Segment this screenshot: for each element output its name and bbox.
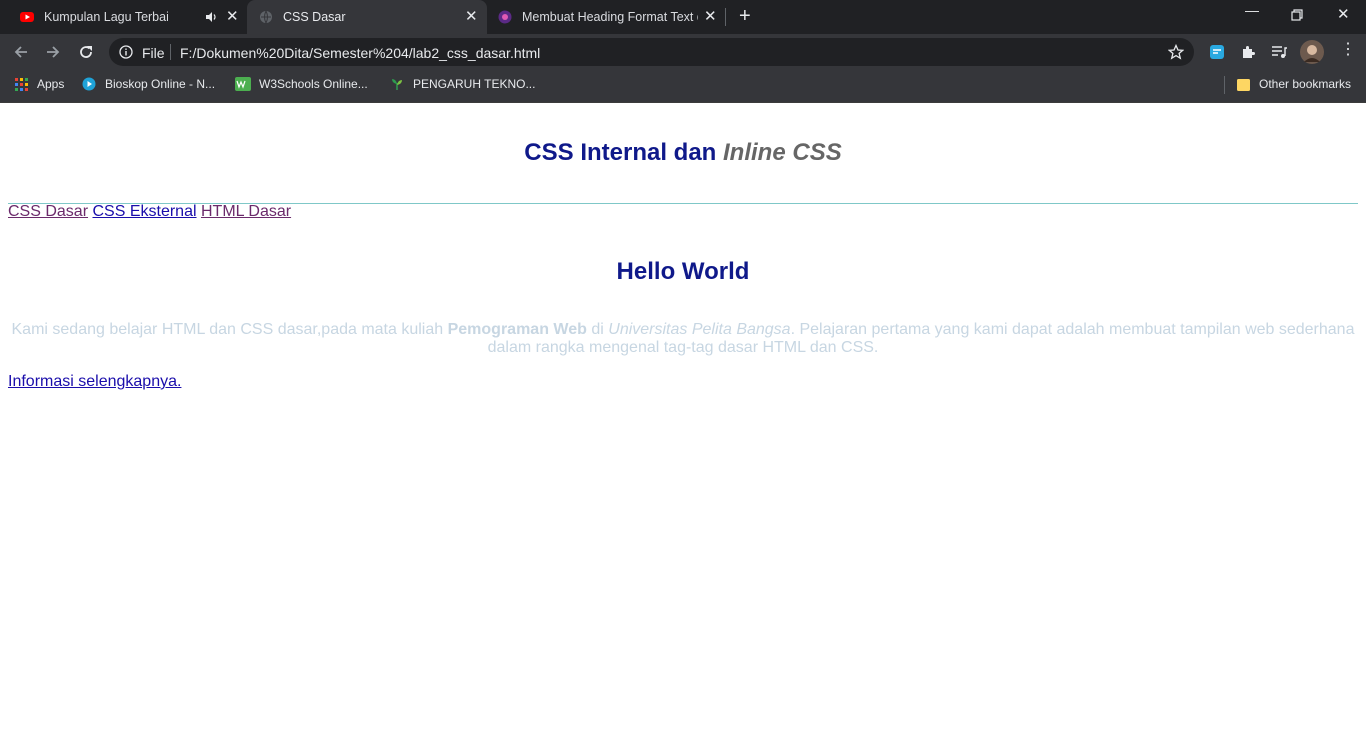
forward-icon[interactable] <box>45 44 61 60</box>
paragraph-italic: Universitas Pelita Bangsa <box>608 321 791 338</box>
close-icon[interactable]: ✕ <box>226 9 239 24</box>
tab-title: Membuat Heading Format Text d <box>522 10 698 24</box>
nav-link-css-eksternal[interactable]: CSS Eksternal <box>92 203 196 220</box>
page-title: CSS Internal dan Inline CSS <box>0 139 1366 167</box>
page-title-italic: Inline CSS <box>723 139 842 166</box>
tab-membuat-heading[interactable]: Membuat Heading Format Text d ✕ <box>487 0 725 34</box>
close-window-button[interactable]: ✕ <box>1337 5 1350 23</box>
avatar[interactable] <box>1300 40 1324 64</box>
globe-icon <box>260 10 272 24</box>
play-icon <box>82 77 96 91</box>
bookmark-label: W3Schools Online... <box>259 77 368 91</box>
more-info-link[interactable]: Informasi selengkapnya. <box>8 373 181 391</box>
intro-paragraph: Kami sedang belajar HTML dan CSS dasar,p… <box>8 321 1358 357</box>
bookmark-apps[interactable]: Apps <box>15 70 64 98</box>
close-icon[interactable]: ✕ <box>465 9 478 24</box>
close-icon[interactable]: ✕ <box>704 9 717 24</box>
folder-icon <box>1237 78 1250 91</box>
page-title-main: CSS Internal dan <box>524 139 717 166</box>
reload-icon[interactable] <box>78 44 94 60</box>
info-icon[interactable] <box>119 45 133 59</box>
paragraph-bold: Pemograman Web <box>447 321 587 338</box>
site-icon <box>498 10 512 24</box>
tab-title: Kumpulan Lagu Terbaik | Cov <box>44 10 168 24</box>
w3schools-icon <box>235 77 251 91</box>
address-bar[interactable]: File F:/Dokumen%20Dita/Semester%204/lab2… <box>109 38 1194 66</box>
other-bookmarks-label: Other bookmarks <box>1259 77 1352 91</box>
url-text[interactable]: F:/Dokumen%20Dita/Semester%204/lab2_css_… <box>180 45 540 61</box>
tab-title: CSS Dasar <box>283 10 346 24</box>
nav-link-css-dasar[interactable]: CSS Dasar <box>8 203 88 220</box>
bookmarks-bar: Apps Bioskop Online - N... W3Schools Onl… <box>0 70 1366 103</box>
page-content: CSS Internal dan Inline CSS CSS Dasar CS… <box>0 103 1366 738</box>
nav-link-html-dasar[interactable]: HTML Dasar <box>201 203 291 220</box>
hello-heading: Hello World <box>616 258 750 285</box>
tab-youtube[interactable]: Kumpulan Lagu Terbaik | Cov ✕ <box>8 0 246 34</box>
scheme-label: File <box>142 45 165 61</box>
bookmark-label: Apps <box>37 77 65 91</box>
omnibox-divider <box>170 44 171 60</box>
tab-css-dasar[interactable]: CSS Dasar ✕ <box>247 0 487 34</box>
apps-grid-icon <box>15 77 28 91</box>
back-icon[interactable] <box>13 44 29 60</box>
youtube-icon <box>20 12 34 22</box>
minimize-button[interactable]: — <box>1245 2 1259 18</box>
paragraph-text: Kami sedang belajar HTML dan CSS dasar,p… <box>11 321 444 338</box>
paragraph-text: di <box>591 321 604 338</box>
bookmarks-divider <box>1224 76 1225 94</box>
plant-icon <box>392 79 402 90</box>
menu-icon[interactable]: ⋮ <box>1340 42 1356 58</box>
toolbar: File F:/Dokumen%20Dita/Semester%204/lab2… <box>0 34 1366 70</box>
puzzle-icon[interactable] <box>1240 44 1256 60</box>
nav-links: CSS Dasar CSS Eksternal HTML Dasar <box>8 203 291 221</box>
speaker-icon[interactable] <box>205 11 217 23</box>
tab-separator <box>725 8 726 26</box>
restore-button[interactable] <box>1291 9 1303 21</box>
bookmark-w3schools[interactable]: W3Schools Online... <box>235 70 368 98</box>
extension-screen-icon[interactable] <box>1209 44 1225 60</box>
bookmark-bioskop[interactable]: Bioskop Online - N... <box>82 70 215 98</box>
new-tab-button[interactable]: + <box>739 5 751 28</box>
media-queue-icon[interactable] <box>1271 44 1287 60</box>
bookmark-pengaruh[interactable]: PENGARUH TEKNO... <box>390 70 535 98</box>
tab-strip: Kumpulan Lagu Terbaik | Cov ✕ CSS Dasar … <box>0 0 1366 34</box>
bookmark-label: Bioskop Online - N... <box>105 77 216 91</box>
other-bookmarks[interactable]: Other bookmarks <box>1237 70 1351 98</box>
bookmark-label: PENGARUH TEKNO... <box>413 77 536 91</box>
star-icon[interactable] <box>1168 44 1184 60</box>
